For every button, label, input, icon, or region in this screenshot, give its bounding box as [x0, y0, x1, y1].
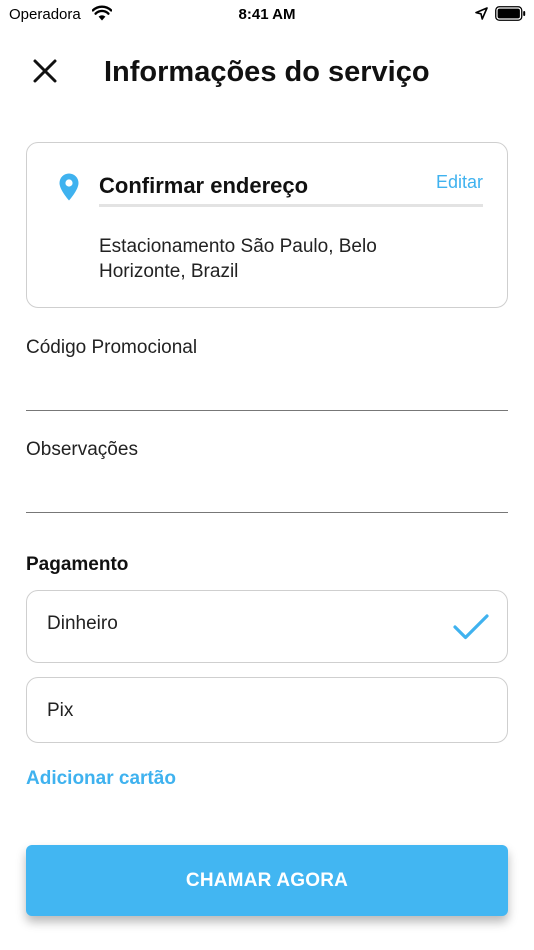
add-card-link[interactable]: Adicionar cartão	[26, 768, 176, 790]
call-now-button[interactable]: CHAMAR AGORA	[26, 845, 508, 916]
address-card: Confirmar endereço Editar Estacionamento…	[26, 142, 508, 308]
payment-option-label: Dinheiro	[47, 613, 118, 634]
payment-option-label: Pix	[47, 700, 74, 721]
location-pin-icon	[59, 173, 79, 201]
notes-label: Observações	[26, 439, 138, 460]
promo-code-label: Código Promocional	[26, 337, 198, 358]
payment-option-cash[interactable]: Dinheiro	[26, 590, 508, 663]
clock: 8:41 AM	[238, 6, 296, 23]
confirm-address-heading: Confirmar endereço	[99, 173, 309, 198]
checkmark-icon	[453, 614, 489, 640]
location-arrow-icon	[475, 7, 488, 20]
payment-section-title: Pagamento	[26, 554, 129, 575]
divider	[99, 204, 483, 207]
promo-code-field[interactable]: Código Promocional	[26, 337, 508, 411]
notes-field[interactable]: Observações	[26, 439, 508, 513]
status-bar: Operadora 8:41 AM	[0, 0, 534, 30]
edit-address-link[interactable]: Editar	[436, 172, 483, 193]
battery-icon	[495, 6, 526, 21]
address-text: Estacionamento São Paulo, Belo Horizonte…	[99, 236, 377, 282]
payment-option-pix[interactable]: Pix	[26, 677, 508, 743]
page-title: Informações do serviço	[104, 56, 430, 88]
close-button[interactable]	[30, 56, 60, 86]
close-icon	[33, 59, 57, 83]
